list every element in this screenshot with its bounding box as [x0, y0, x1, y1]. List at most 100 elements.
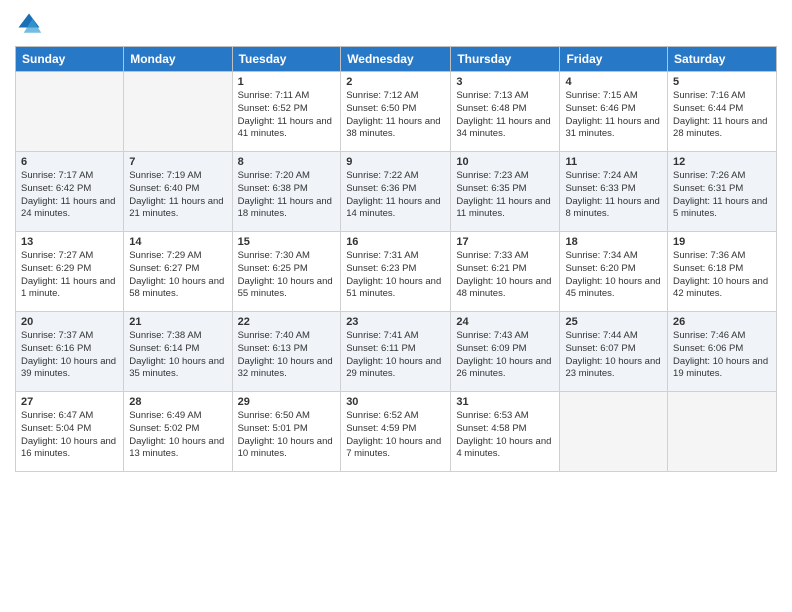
day-info: Sunrise: 7:13 AM Sunset: 6:48 PM Dayligh…: [456, 90, 554, 141]
calendar-week-row: 1Sunrise: 7:11 AM Sunset: 6:52 PM Daylig…: [16, 72, 777, 152]
calendar-cell: 9 Sunrise: 7:22 AM Sunset: 6:36 PM Daylig…: [341, 152, 451, 232]
day-number: 30: [346, 396, 445, 408]
day-number: 7: [129, 156, 226, 168]
calendar-cell: 11 Sunrise: 7:24 AM Sunset: 6:33 PM Dayli…: [560, 152, 668, 232]
calendar-cell: 16 Sunrise: 7:31 AM Sunset: 6:23 PM Dayli…: [341, 232, 451, 312]
day-info: Sunrise: 7:34 AM Sunset: 6:20 PM Dayligh…: [565, 250, 662, 301]
calendar-cell: 31 Sunrise: 6:53 AM Sunset: 4:58 PM Dayli…: [451, 392, 560, 472]
calendar-cell: 5 Sunrise: 7:16 AM Sunset: 6:44 PM Daylig…: [668, 72, 777, 152]
day-info: Sunrise: 7:15 AM Sunset: 6:46 PM Dayligh…: [565, 90, 662, 141]
day-info: Sunrise: 7:36 AM Sunset: 6:18 PM Dayligh…: [673, 250, 771, 301]
calendar-cell: 2 Sunrise: 7:12 AM Sunset: 6:50 PM Daylig…: [341, 72, 451, 152]
calendar-week-row: 27Sunrise: 6:47 AM Sunset: 5:04 PM Dayli…: [16, 392, 777, 472]
day-number: 5: [673, 76, 771, 88]
day-info: Sunrise: 7:30 AM Sunset: 6:25 PM Dayligh…: [238, 250, 336, 301]
day-info: Sunrise: 7:40 AM Sunset: 6:13 PM Dayligh…: [238, 330, 336, 381]
calendar-cell: 1Sunrise: 7:11 AM Sunset: 6:52 PM Daylig…: [232, 72, 341, 152]
day-number: 13: [21, 236, 118, 248]
calendar-week-row: 20 Sunrise: 7:37 AM Sunset: 6:16 PM Dayli…: [16, 312, 777, 392]
day-info: Sunrise: 7:23 AM Sunset: 6:35 PM Dayligh…: [456, 170, 554, 221]
weekday-header-saturday: Saturday: [668, 47, 777, 72]
calendar-cell: 22 Sunrise: 7:40 AM Sunset: 6:13 PM Dayli…: [232, 312, 341, 392]
day-info: Sunrise: 7:38 AM Sunset: 6:14 PM Dayligh…: [129, 330, 226, 381]
day-info: Sunrise: 6:52 AM Sunset: 4:59 PM Dayligh…: [346, 410, 445, 461]
weekday-header-monday: Monday: [124, 47, 232, 72]
day-number: 4: [565, 76, 662, 88]
calendar-cell: 4 Sunrise: 7:15 AM Sunset: 6:46 PM Daylig…: [560, 72, 668, 152]
day-number: 1: [238, 76, 336, 88]
day-number: 9: [346, 156, 445, 168]
calendar-cell: 3 Sunrise: 7:13 AM Sunset: 6:48 PM Daylig…: [451, 72, 560, 152]
weekday-header-thursday: Thursday: [451, 47, 560, 72]
day-info: Sunrise: 7:20 AM Sunset: 6:38 PM Dayligh…: [238, 170, 336, 221]
day-info: Sunrise: 7:33 AM Sunset: 6:21 PM Dayligh…: [456, 250, 554, 301]
day-number: 20: [21, 316, 118, 328]
day-info: Sunrise: 7:41 AM Sunset: 6:11 PM Dayligh…: [346, 330, 445, 381]
calendar-cell: 24Sunrise: 7:43 AM Sunset: 6:09 PM Dayli…: [451, 312, 560, 392]
day-number: 22: [238, 316, 336, 328]
day-info: Sunrise: 7:16 AM Sunset: 6:44 PM Dayligh…: [673, 90, 771, 141]
calendar-cell: 15 Sunrise: 7:30 AM Sunset: 6:25 PM Dayli…: [232, 232, 341, 312]
logo-area: [15, 10, 46, 38]
day-number: 26: [673, 316, 771, 328]
day-info: Sunrise: 7:19 AM Sunset: 6:40 PM Dayligh…: [129, 170, 226, 221]
day-info: Sunrise: 7:37 AM Sunset: 6:16 PM Dayligh…: [21, 330, 118, 381]
logo-icon: [15, 10, 43, 38]
calendar-cell: 30 Sunrise: 6:52 AM Sunset: 4:59 PM Dayli…: [341, 392, 451, 472]
calendar-cell: 19 Sunrise: 7:36 AM Sunset: 6:18 PM Dayli…: [668, 232, 777, 312]
day-info: Sunrise: 7:22 AM Sunset: 6:36 PM Dayligh…: [346, 170, 445, 221]
day-number: 25: [565, 316, 662, 328]
calendar-cell: [560, 392, 668, 472]
calendar-cell: 8 Sunrise: 7:20 AM Sunset: 6:38 PM Daylig…: [232, 152, 341, 232]
day-number: 19: [673, 236, 771, 248]
calendar-cell: 27Sunrise: 6:47 AM Sunset: 5:04 PM Dayli…: [16, 392, 124, 472]
day-number: 23: [346, 316, 445, 328]
day-number: 31: [456, 396, 554, 408]
calendar-cell: 13 Sunrise: 7:27 AM Sunset: 6:29 PM Dayli…: [16, 232, 124, 312]
day-info: Sunrise: 7:27 AM Sunset: 6:29 PM Dayligh…: [21, 250, 118, 301]
day-number: 8: [238, 156, 336, 168]
calendar-cell: [668, 392, 777, 472]
calendar-cell: 14Sunrise: 7:29 AM Sunset: 6:27 PM Dayli…: [124, 232, 232, 312]
day-number: 10: [456, 156, 554, 168]
weekday-header-wednesday: Wednesday: [341, 47, 451, 72]
day-number: 16: [346, 236, 445, 248]
day-info: Sunrise: 7:12 AM Sunset: 6:50 PM Dayligh…: [346, 90, 445, 141]
day-info: Sunrise: 7:26 AM Sunset: 6:31 PM Dayligh…: [673, 170, 771, 221]
day-info: Sunrise: 7:17 AM Sunset: 6:42 PM Dayligh…: [21, 170, 118, 221]
day-info: Sunrise: 7:24 AM Sunset: 6:33 PM Dayligh…: [565, 170, 662, 221]
day-number: 11: [565, 156, 662, 168]
calendar-week-row: 6 Sunrise: 7:17 AM Sunset: 6:42 PM Daylig…: [16, 152, 777, 232]
day-number: 29: [238, 396, 336, 408]
calendar-cell: 6 Sunrise: 7:17 AM Sunset: 6:42 PM Daylig…: [16, 152, 124, 232]
day-info: Sunrise: 7:46 AM Sunset: 6:06 PM Dayligh…: [673, 330, 771, 381]
weekday-header-row: SundayMondayTuesdayWednesdayThursdayFrid…: [16, 47, 777, 72]
day-number: 6: [21, 156, 118, 168]
day-number: 17: [456, 236, 554, 248]
day-info: Sunrise: 7:31 AM Sunset: 6:23 PM Dayligh…: [346, 250, 445, 301]
page: SundayMondayTuesdayWednesdayThursdayFrid…: [0, 0, 792, 612]
day-number: 24: [456, 316, 554, 328]
calendar-cell: 20 Sunrise: 7:37 AM Sunset: 6:16 PM Dayli…: [16, 312, 124, 392]
day-info: Sunrise: 6:49 AM Sunset: 5:02 PM Dayligh…: [129, 410, 226, 461]
day-number: 3: [456, 76, 554, 88]
day-info: Sunrise: 7:44 AM Sunset: 6:07 PM Dayligh…: [565, 330, 662, 381]
day-info: Sunrise: 7:29 AM Sunset: 6:27 PM Dayligh…: [129, 250, 226, 301]
calendar-cell: 29 Sunrise: 6:50 AM Sunset: 5:01 PM Dayli…: [232, 392, 341, 472]
calendar-cell: 18 Sunrise: 7:34 AM Sunset: 6:20 PM Dayli…: [560, 232, 668, 312]
day-number: 18: [565, 236, 662, 248]
calendar-cell: 21 Sunrise: 7:38 AM Sunset: 6:14 PM Dayli…: [124, 312, 232, 392]
day-number: 21: [129, 316, 226, 328]
day-info: Sunrise: 6:53 AM Sunset: 4:58 PM Dayligh…: [456, 410, 554, 461]
calendar-week-row: 13 Sunrise: 7:27 AM Sunset: 6:29 PM Dayli…: [16, 232, 777, 312]
calendar-cell: 10 Sunrise: 7:23 AM Sunset: 6:35 PM Dayli…: [451, 152, 560, 232]
weekday-header-tuesday: Tuesday: [232, 47, 341, 72]
calendar-cell: 17 Sunrise: 7:33 AM Sunset: 6:21 PM Dayli…: [451, 232, 560, 312]
calendar-cell: [16, 72, 124, 152]
day-info: Sunrise: 6:50 AM Sunset: 5:01 PM Dayligh…: [238, 410, 336, 461]
day-number: 12: [673, 156, 771, 168]
day-number: 2: [346, 76, 445, 88]
calendar-cell: 28Sunrise: 6:49 AM Sunset: 5:02 PM Dayli…: [124, 392, 232, 472]
day-number: 15: [238, 236, 336, 248]
day-info: Sunrise: 6:47 AM Sunset: 5:04 PM Dayligh…: [21, 410, 118, 461]
